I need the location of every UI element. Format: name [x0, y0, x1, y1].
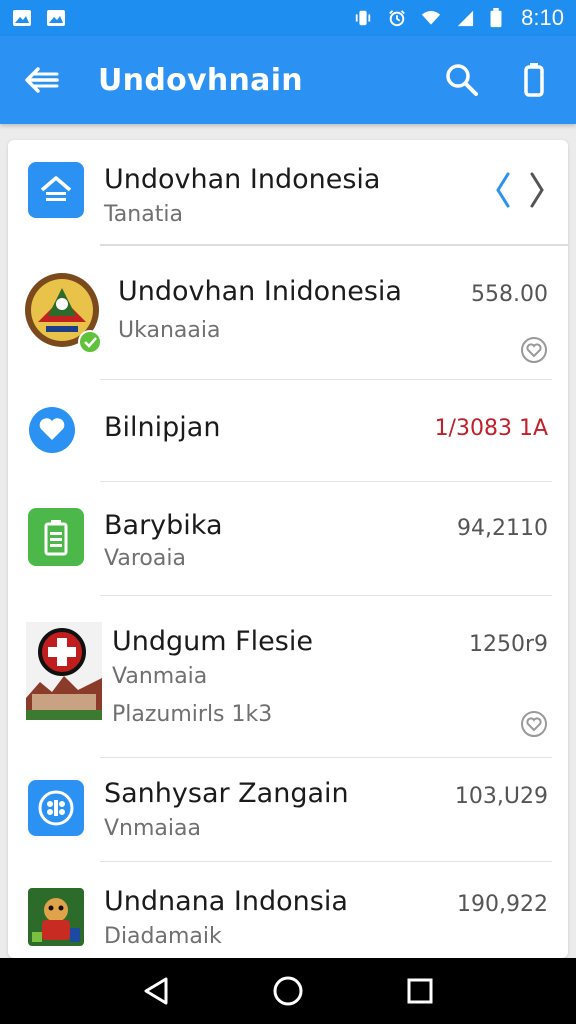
status-time: 8:10: [521, 5, 564, 30]
alarm-icon: [389, 10, 406, 27]
status-bar: 8:10: [0, 0, 576, 36]
image-notification-icon: [13, 10, 31, 26]
item-title: Undnana Indonsia: [104, 886, 348, 917]
chip-square-icon: [28, 780, 84, 841]
item-subtitle: Ukanaaia: [118, 318, 221, 343]
item-subtitle: Varoaia: [104, 546, 186, 571]
navigation-bar: [0, 958, 576, 1024]
vibrate-icon: [355, 10, 371, 26]
status-right: 8:10: [353, 5, 564, 31]
battery-icon: [490, 8, 502, 28]
item-title: Undovhan Inidonesia: [118, 276, 402, 307]
list-item[interactable]: Undnana Indonsia Diadamaik 190,922: [8, 862, 568, 958]
back-triangle-icon: [144, 977, 168, 1005]
item-title: Sanhysar Zangain: [104, 778, 349, 809]
list-item[interactable]: Undovhan Inidonesia Ukanaaia 558.00: [8, 246, 568, 380]
battery-action-icon: [524, 63, 544, 97]
red-cross-thumbnail: [26, 622, 102, 725]
item-title: Bilnipjan: [104, 412, 221, 443]
nav-recents-button[interactable]: [400, 971, 440, 1011]
heart-outline-icon[interactable]: [520, 710, 548, 738]
wifi-icon: [422, 11, 441, 25]
header-title: Undovhan Indonesia: [104, 164, 381, 195]
app-title: Undovhnain: [98, 62, 303, 98]
item-value: 558.00: [471, 282, 548, 307]
home-circle-icon: [273, 976, 303, 1006]
list-item[interactable]: Sanhysar Zangain Vnmaiaa 103,U29: [8, 758, 568, 862]
search-icon: [446, 64, 478, 96]
heart-circle-icon: [28, 406, 76, 459]
item-subtitle: Diadamaik: [104, 924, 222, 949]
emblem-avatar: [24, 270, 108, 365]
item-subtitle: Vanmaia: [112, 664, 208, 689]
arrow-back-icon: [25, 67, 59, 93]
list-item[interactable]: Bilnipjan 1/3083 1A: [8, 380, 568, 482]
list-item[interactable]: Barybika Varoaia 94,2110: [8, 482, 568, 596]
nav-back-button[interactable]: [136, 971, 176, 1011]
list-card: Undovhan Indonesia Tanatia Undovhan Inid…: [8, 140, 568, 958]
home-icon: [28, 162, 84, 223]
search-button[interactable]: [440, 58, 484, 102]
item-value: 103,U29: [454, 784, 548, 809]
item-value: 94,2110: [457, 516, 548, 541]
item-value: 1250r9: [468, 632, 548, 657]
list-item[interactable]: Undgum Flesie Vanmaia Plazumirls 1k3 125…: [8, 596, 568, 758]
battery-action-button[interactable]: [512, 58, 556, 102]
code-icon[interactable]: [494, 170, 546, 215]
heart-outline-icon[interactable]: [520, 336, 548, 364]
item-title: Barybika: [104, 510, 223, 541]
nav-home-button[interactable]: [268, 971, 308, 1011]
item-subtitle: Vnmaiaa: [104, 816, 201, 841]
item-title: Undgum Flesie: [112, 626, 313, 657]
item-extra: Plazumirls 1k3: [112, 702, 273, 727]
battery-square-icon: [28, 508, 84, 571]
signal-icon: [457, 10, 474, 27]
game-thumbnail: [28, 888, 84, 951]
header-subtitle: Tanatia: [104, 202, 183, 227]
app-bar: Undovhnain: [0, 36, 576, 124]
item-value: 1/3083 1A: [434, 416, 548, 441]
image-notification-icon: [47, 10, 65, 26]
status-left: [12, 9, 66, 27]
back-button[interactable]: [20, 58, 64, 102]
recents-square-icon: [407, 978, 433, 1004]
list-header-row[interactable]: Undovhan Indonesia Tanatia: [8, 140, 568, 246]
item-value: 190,922: [457, 892, 548, 917]
